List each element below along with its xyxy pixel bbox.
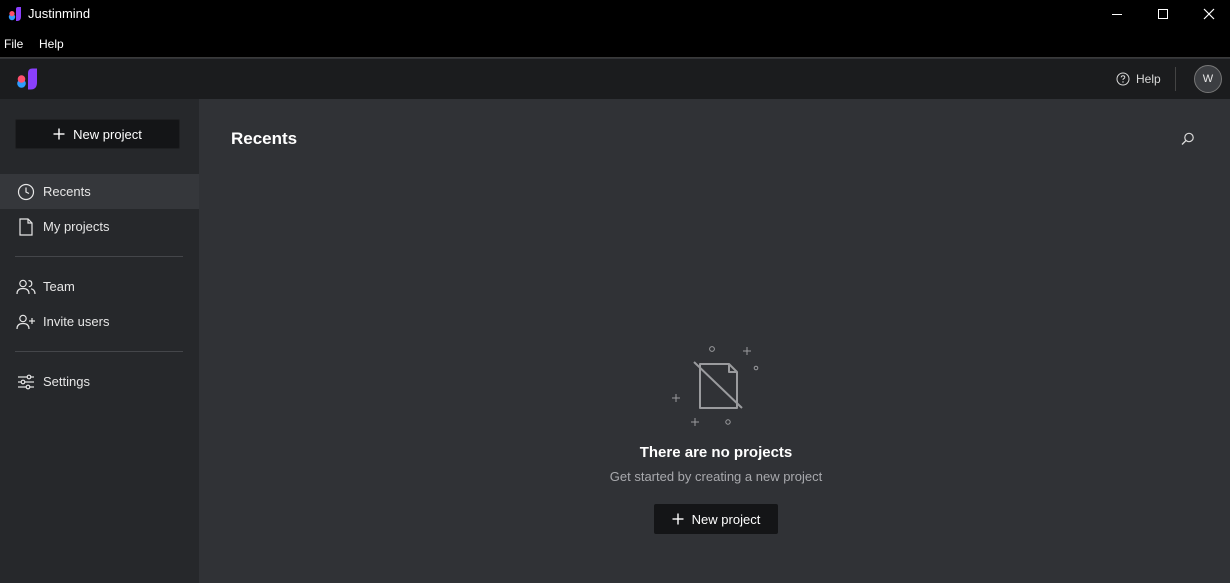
- sidebar-item-my-projects[interactable]: My projects: [0, 209, 199, 244]
- plus-icon: [53, 128, 65, 140]
- team-icon: [16, 277, 36, 297]
- empty-state-new-project-button[interactable]: New project: [654, 504, 778, 534]
- no-projects-illustration: [672, 346, 759, 426]
- sidebar-item-label: Team: [43, 279, 75, 294]
- empty-state-title: There are no projects: [639, 444, 793, 461]
- question-circle-icon: [1116, 72, 1130, 86]
- sidebar: New project Recents My projects Team Inv…: [0, 99, 199, 583]
- user-avatar[interactable]: W: [1194, 65, 1222, 93]
- menu-file[interactable]: File: [4, 37, 23, 51]
- minimize-button[interactable]: [1094, 0, 1140, 28]
- app-logo-icon: [8, 6, 21, 21]
- search-icon[interactable]: [1179, 130, 1197, 148]
- maximize-icon: [1158, 9, 1168, 19]
- sidebar-item-label: Invite users: [43, 314, 110, 329]
- brand-logo-icon[interactable]: [16, 67, 40, 91]
- help-label: Help: [1136, 72, 1161, 86]
- app-header: Help W: [0, 59, 1230, 99]
- sliders-icon: [16, 372, 36, 392]
- new-project-label: New project: [73, 126, 142, 142]
- sidebar-item-settings[interactable]: Settings: [0, 364, 199, 399]
- plus-icon: [672, 513, 684, 525]
- sidebar-divider: [15, 351, 183, 352]
- sidebar-divider: [15, 256, 183, 257]
- sidebar-item-team[interactable]: Team: [0, 269, 199, 304]
- close-icon: [1203, 8, 1215, 20]
- sidebar-item-invite-users[interactable]: Invite users: [0, 304, 199, 339]
- minimize-icon: [1112, 14, 1122, 15]
- maximize-button[interactable]: [1140, 0, 1186, 28]
- avatar-initial: W: [1202, 73, 1214, 85]
- clock-icon: [16, 182, 36, 202]
- new-project-button[interactable]: New project: [15, 119, 180, 149]
- title-bar: Justinmind: [0, 0, 1230, 28]
- document-icon: [16, 217, 36, 237]
- menu-bar: File Help: [0, 28, 1230, 58]
- close-button[interactable]: [1186, 0, 1230, 28]
- new-project-label: New project: [691, 511, 761, 527]
- menu-help[interactable]: Help: [39, 37, 64, 51]
- sidebar-item-label: My projects: [43, 219, 110, 234]
- empty-state-subtitle: Get started by creating a new project: [609, 469, 823, 484]
- sidebar-item-label: Recents: [43, 184, 91, 199]
- header-divider: [1175, 67, 1176, 91]
- add-user-icon: [16, 312, 36, 332]
- page-title: Recents: [231, 129, 298, 148]
- help-link[interactable]: Help: [1116, 70, 1161, 88]
- sidebar-item-recents[interactable]: Recents: [0, 174, 199, 209]
- window-title: Justinmind: [28, 6, 91, 21]
- sidebar-item-label: Settings: [43, 374, 90, 389]
